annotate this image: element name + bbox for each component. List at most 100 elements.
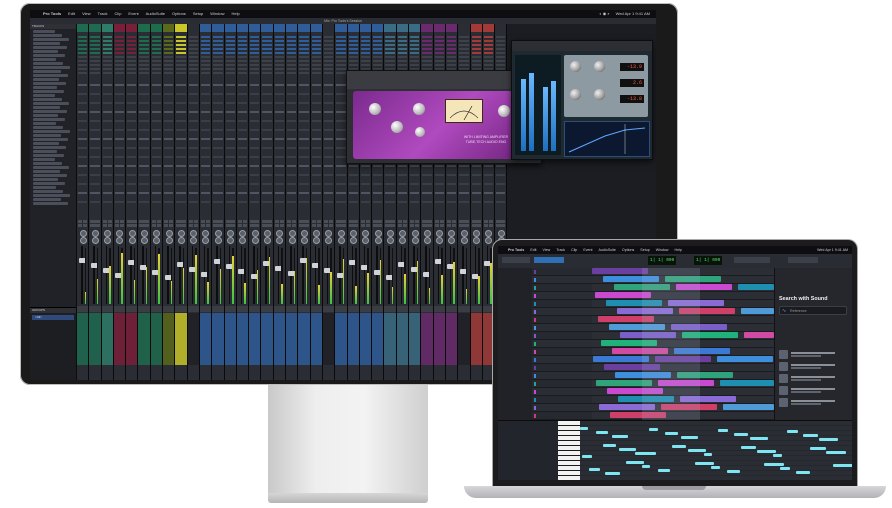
send-slot[interactable] (78, 111, 88, 114)
send-slot[interactable] (336, 201, 346, 204)
send-slot[interactable] (200, 156, 211, 159)
track-name-plate[interactable] (126, 306, 138, 312)
send-slot[interactable] (139, 201, 149, 204)
solo-mute-buttons[interactable] (422, 224, 432, 227)
insert-slot[interactable] (274, 48, 285, 51)
insert-slot[interactable] (434, 56, 444, 59)
send-slot[interactable] (410, 183, 420, 186)
insert-slot[interactable] (397, 64, 408, 67)
channel-strip[interactable] (89, 24, 102, 380)
solo-mute-buttons[interactable] (299, 224, 309, 227)
send-slot[interactable] (200, 84, 211, 87)
send-slot[interactable] (237, 93, 248, 96)
insert-slot[interactable] (434, 60, 444, 63)
send-slot[interactable] (483, 183, 494, 186)
send-slot[interactable] (78, 201, 88, 204)
send-slot[interactable] (127, 201, 137, 204)
track-name-plate[interactable] (372, 306, 384, 312)
send-slot[interactable] (225, 165, 235, 168)
insert-slot[interactable] (176, 56, 186, 59)
track-list-row[interactable] (33, 126, 63, 129)
send-slot[interactable] (200, 120, 211, 123)
solo-mute-buttons[interactable] (225, 220, 235, 223)
insert-slot[interactable] (262, 52, 272, 55)
send-slot[interactable] (459, 165, 469, 168)
insert-slot[interactable] (139, 72, 149, 75)
insert-slot[interactable] (274, 60, 285, 63)
insert-slot[interactable] (287, 60, 297, 63)
send-slot[interactable] (102, 165, 112, 168)
solo-mute-buttons[interactable] (348, 224, 358, 227)
insert-slot[interactable] (164, 52, 174, 55)
pan-knob[interactable] (104, 230, 112, 237)
send-slot[interactable] (127, 147, 137, 150)
main-counter[interactable]: 1| 1| 000 (648, 256, 677, 265)
send-slot[interactable] (102, 174, 112, 177)
channel-strip[interactable] (77, 24, 90, 380)
solo-mute-buttons[interactable] (151, 220, 162, 223)
insert-slot[interactable] (213, 52, 223, 55)
insert-slot[interactable] (446, 44, 457, 47)
channel-strip[interactable] (249, 24, 262, 380)
insert-slot[interactable] (410, 48, 420, 51)
send-slot[interactable] (164, 174, 174, 177)
insert-slot[interactable] (299, 64, 309, 67)
pan-knob[interactable] (251, 230, 259, 237)
app-menu[interactable]: Pro Tools (508, 246, 524, 254)
send-slot[interactable] (139, 102, 149, 105)
insert-slot[interactable] (323, 64, 334, 67)
solo-mute-buttons[interactable] (299, 220, 309, 223)
send-slot[interactable] (90, 174, 100, 177)
insert-slot[interactable] (459, 64, 469, 67)
insert-slot[interactable] (250, 36, 260, 39)
send-slot[interactable] (274, 111, 285, 114)
send-slot[interactable] (188, 183, 198, 186)
send-slot[interactable] (422, 201, 432, 204)
groups-item-all[interactable]: <All> (32, 315, 74, 320)
insert-slot[interactable] (385, 56, 395, 59)
insert-slot[interactable] (90, 72, 100, 75)
send-slot[interactable] (262, 192, 272, 195)
send-slot[interactable] (299, 147, 309, 150)
track-list-row[interactable] (33, 114, 58, 117)
send-slot[interactable] (139, 156, 149, 159)
insert-slot[interactable] (213, 48, 223, 51)
send-slot[interactable] (410, 174, 420, 177)
track-header[interactable] (532, 300, 592, 308)
insert-slot[interactable] (274, 56, 285, 59)
send-slot[interactable] (200, 147, 211, 150)
send-slot[interactable] (323, 93, 334, 96)
send-slot[interactable] (213, 129, 223, 132)
solo-mute-buttons[interactable] (151, 224, 162, 227)
send-slot[interactable] (225, 156, 235, 159)
menu-item-audiosuite[interactable]: AudioSuite (599, 246, 616, 254)
send-slot[interactable] (250, 156, 260, 159)
send-slot[interactable] (471, 174, 481, 177)
send-slot[interactable] (90, 120, 100, 123)
insert-slot[interactable] (323, 52, 334, 55)
send-slot[interactable] (311, 111, 321, 114)
insert-slot[interactable] (188, 68, 198, 71)
menu-item-clip[interactable]: Clip (571, 246, 577, 254)
insert-slot[interactable] (422, 52, 432, 55)
send-slot[interactable] (176, 129, 186, 132)
send-slot[interactable] (336, 120, 346, 123)
pan-knob[interactable] (177, 237, 185, 244)
insert-slot[interactable] (237, 72, 248, 75)
send-slot[interactable] (90, 111, 100, 114)
send-slot[interactable] (200, 183, 211, 186)
send-slot[interactable] (459, 201, 469, 204)
output-knob[interactable] (498, 105, 510, 117)
insert-slot[interactable] (250, 72, 260, 75)
send-slot[interactable] (274, 120, 285, 123)
insert-slot[interactable] (78, 40, 88, 43)
send-slot[interactable] (274, 165, 285, 168)
insert-slot[interactable] (360, 64, 371, 67)
send-slot[interactable] (471, 192, 481, 195)
insert-slot[interactable] (90, 48, 100, 51)
insert-slot[interactable] (225, 68, 235, 71)
send-slot[interactable] (287, 165, 297, 168)
send-slot[interactable] (237, 129, 248, 132)
pan-knob[interactable] (177, 230, 185, 237)
send-slot[interactable] (397, 192, 408, 195)
